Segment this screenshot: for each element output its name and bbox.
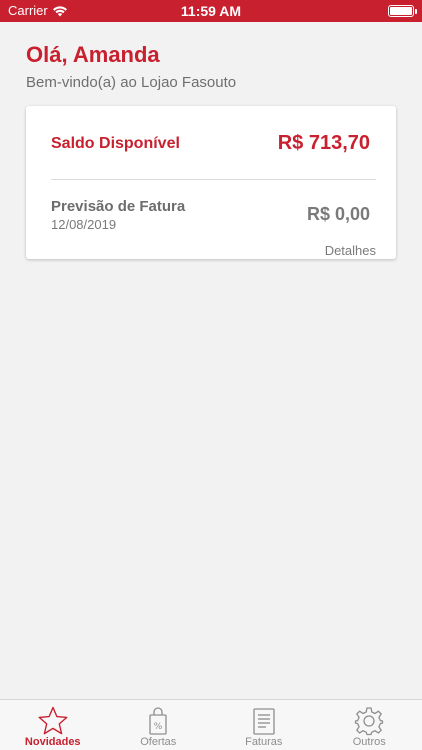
shopping-bag-icon: % [142,705,174,737]
available-balance-value: R$ 713,70 [277,132,370,154]
tab-bar: Novidades % Ofertas Faturas Outros [0,699,422,750]
star-icon [37,705,69,737]
invoice-forecast-label: Previsão de Fatura [51,198,186,215]
invoice-forecast-date: 12/08/2019 [51,217,117,232]
balance-card: Saldo Disponível R$ 713,70 Previsão de F… [26,106,396,259]
gear-icon [353,705,385,737]
tab-outros[interactable]: Outros [317,700,422,750]
welcome-subtitle: Bem-vindo(a) ao Lojao Fasouto [26,74,237,91]
details-link[interactable]: Detalhes [325,243,376,258]
tab-faturas[interactable]: Faturas [211,700,317,750]
tab-label: Faturas [245,736,283,748]
status-bar: Carrier 11:59 AM [0,0,422,22]
greeting-title: Olá, Amanda [26,42,160,67]
invoice-icon [248,705,280,737]
svg-text:%: % [154,722,163,732]
tab-label: Outros [352,736,386,748]
card-divider [51,179,376,180]
battery-icon [388,5,417,17]
invoice-forecast-value: R$ 0,00 [306,204,370,224]
available-balance-label: Saldo Disponível [51,135,180,152]
tab-label: Ofertas [140,736,177,748]
tab-novidades[interactable]: Novidades [0,700,106,750]
status-time: 11:59 AM [180,3,242,19]
tab-ofertas[interactable]: % Ofertas [106,700,212,750]
tab-label: Novidades [24,736,81,748]
